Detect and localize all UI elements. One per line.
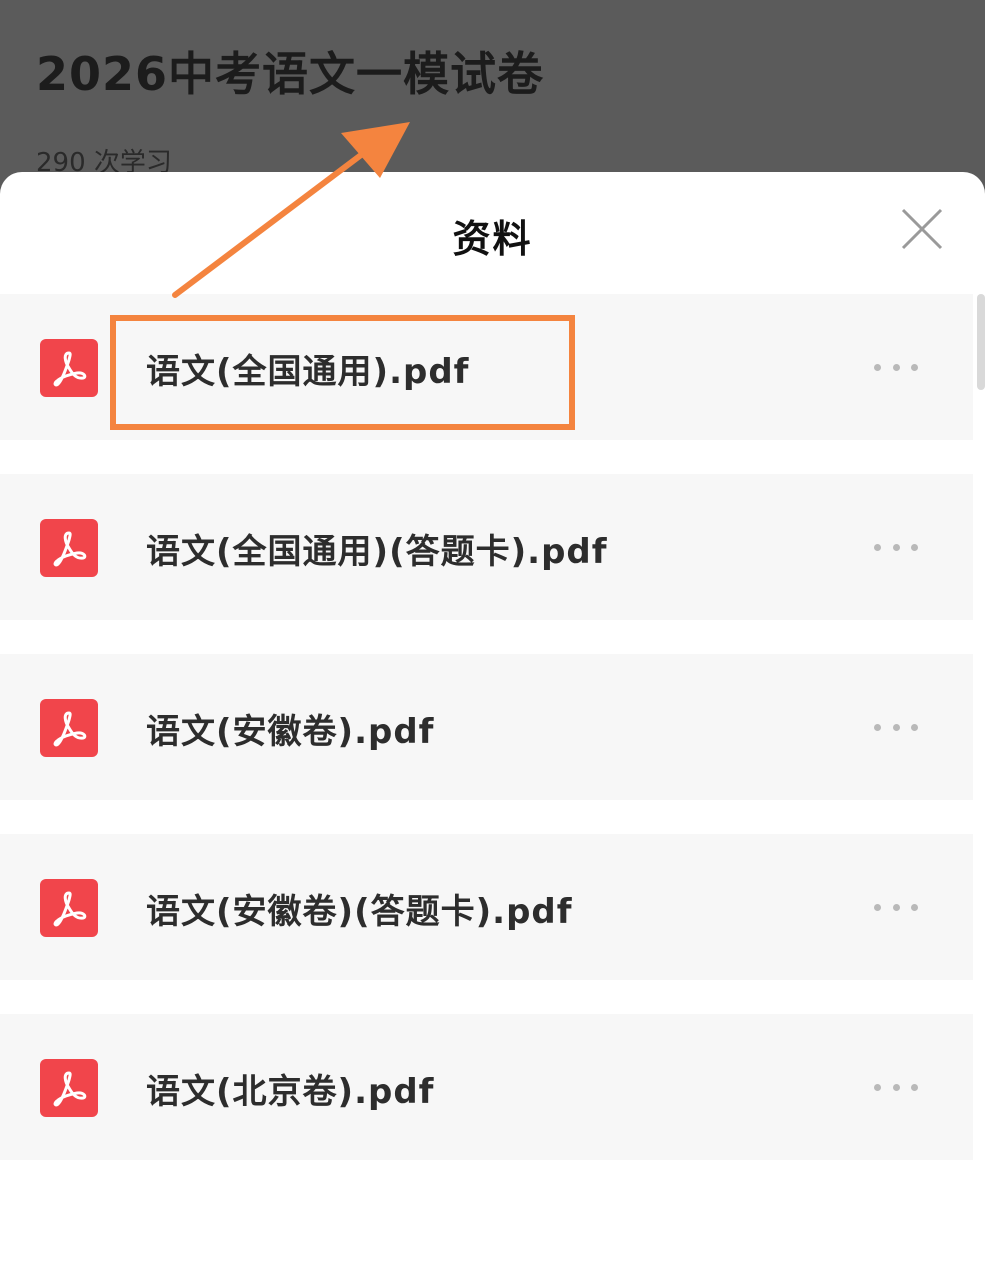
close-icon: [901, 208, 943, 250]
more-dots-icon: [874, 543, 881, 551]
sheet-title: 资料: [452, 217, 533, 261]
file-name: 语文(北京卷).pdf: [146, 1072, 435, 1112]
file-list: 语文(全国通用).pdf 语文(全国通用)(答题卡).pdf 语文(安徽卷).p…: [0, 294, 973, 1194]
file-name: 语文(安徽卷)(答题卡).pdf: [146, 892, 573, 932]
file-name: 语文(全国通用).pdf: [146, 352, 470, 392]
pdf-icon: [40, 1059, 98, 1117]
close-button[interactable]: [899, 206, 945, 252]
more-dots-icon: [874, 1083, 881, 1091]
pdf-icon: [40, 339, 98, 397]
scrollbar[interactable]: [977, 294, 985, 390]
file-name: 语文(安徽卷).pdf: [146, 712, 435, 752]
list-item[interactable]: 语文(安徽卷).pdf: [0, 654, 973, 800]
pdf-icon: [40, 519, 98, 577]
more-dots-icon: [874, 363, 881, 371]
materials-sheet: 资料 语文(全国通用).pdf 语文(全国通用)(答题卡).pdf 语文(安徽卷…: [0, 172, 985, 1280]
file-name: 语文(全国通用)(答题卡).pdf: [146, 532, 608, 572]
list-item[interactable]: 语文(北京卷).pdf: [0, 1014, 973, 1160]
page-header: 2026中考语文一模试卷 290 次学习: [0, 0, 985, 200]
list-item[interactable]: 语文(全国通用).pdf: [0, 294, 973, 440]
list-item[interactable]: 语文(全国通用)(答题卡).pdf: [0, 474, 973, 620]
more-dots-icon: [874, 723, 881, 731]
page-title: 2026中考语文一模试卷: [36, 47, 545, 101]
list-item[interactable]: 语文(安徽卷)(答题卡).pdf: [0, 834, 973, 980]
more-options-button[interactable]: [874, 714, 918, 740]
more-options-button[interactable]: [874, 534, 918, 560]
more-options-button[interactable]: [874, 354, 918, 380]
more-dots-icon: [874, 903, 881, 911]
more-options-button[interactable]: [874, 894, 918, 920]
pdf-icon: [40, 879, 98, 937]
pdf-icon: [40, 699, 98, 757]
more-options-button[interactable]: [874, 1074, 918, 1100]
